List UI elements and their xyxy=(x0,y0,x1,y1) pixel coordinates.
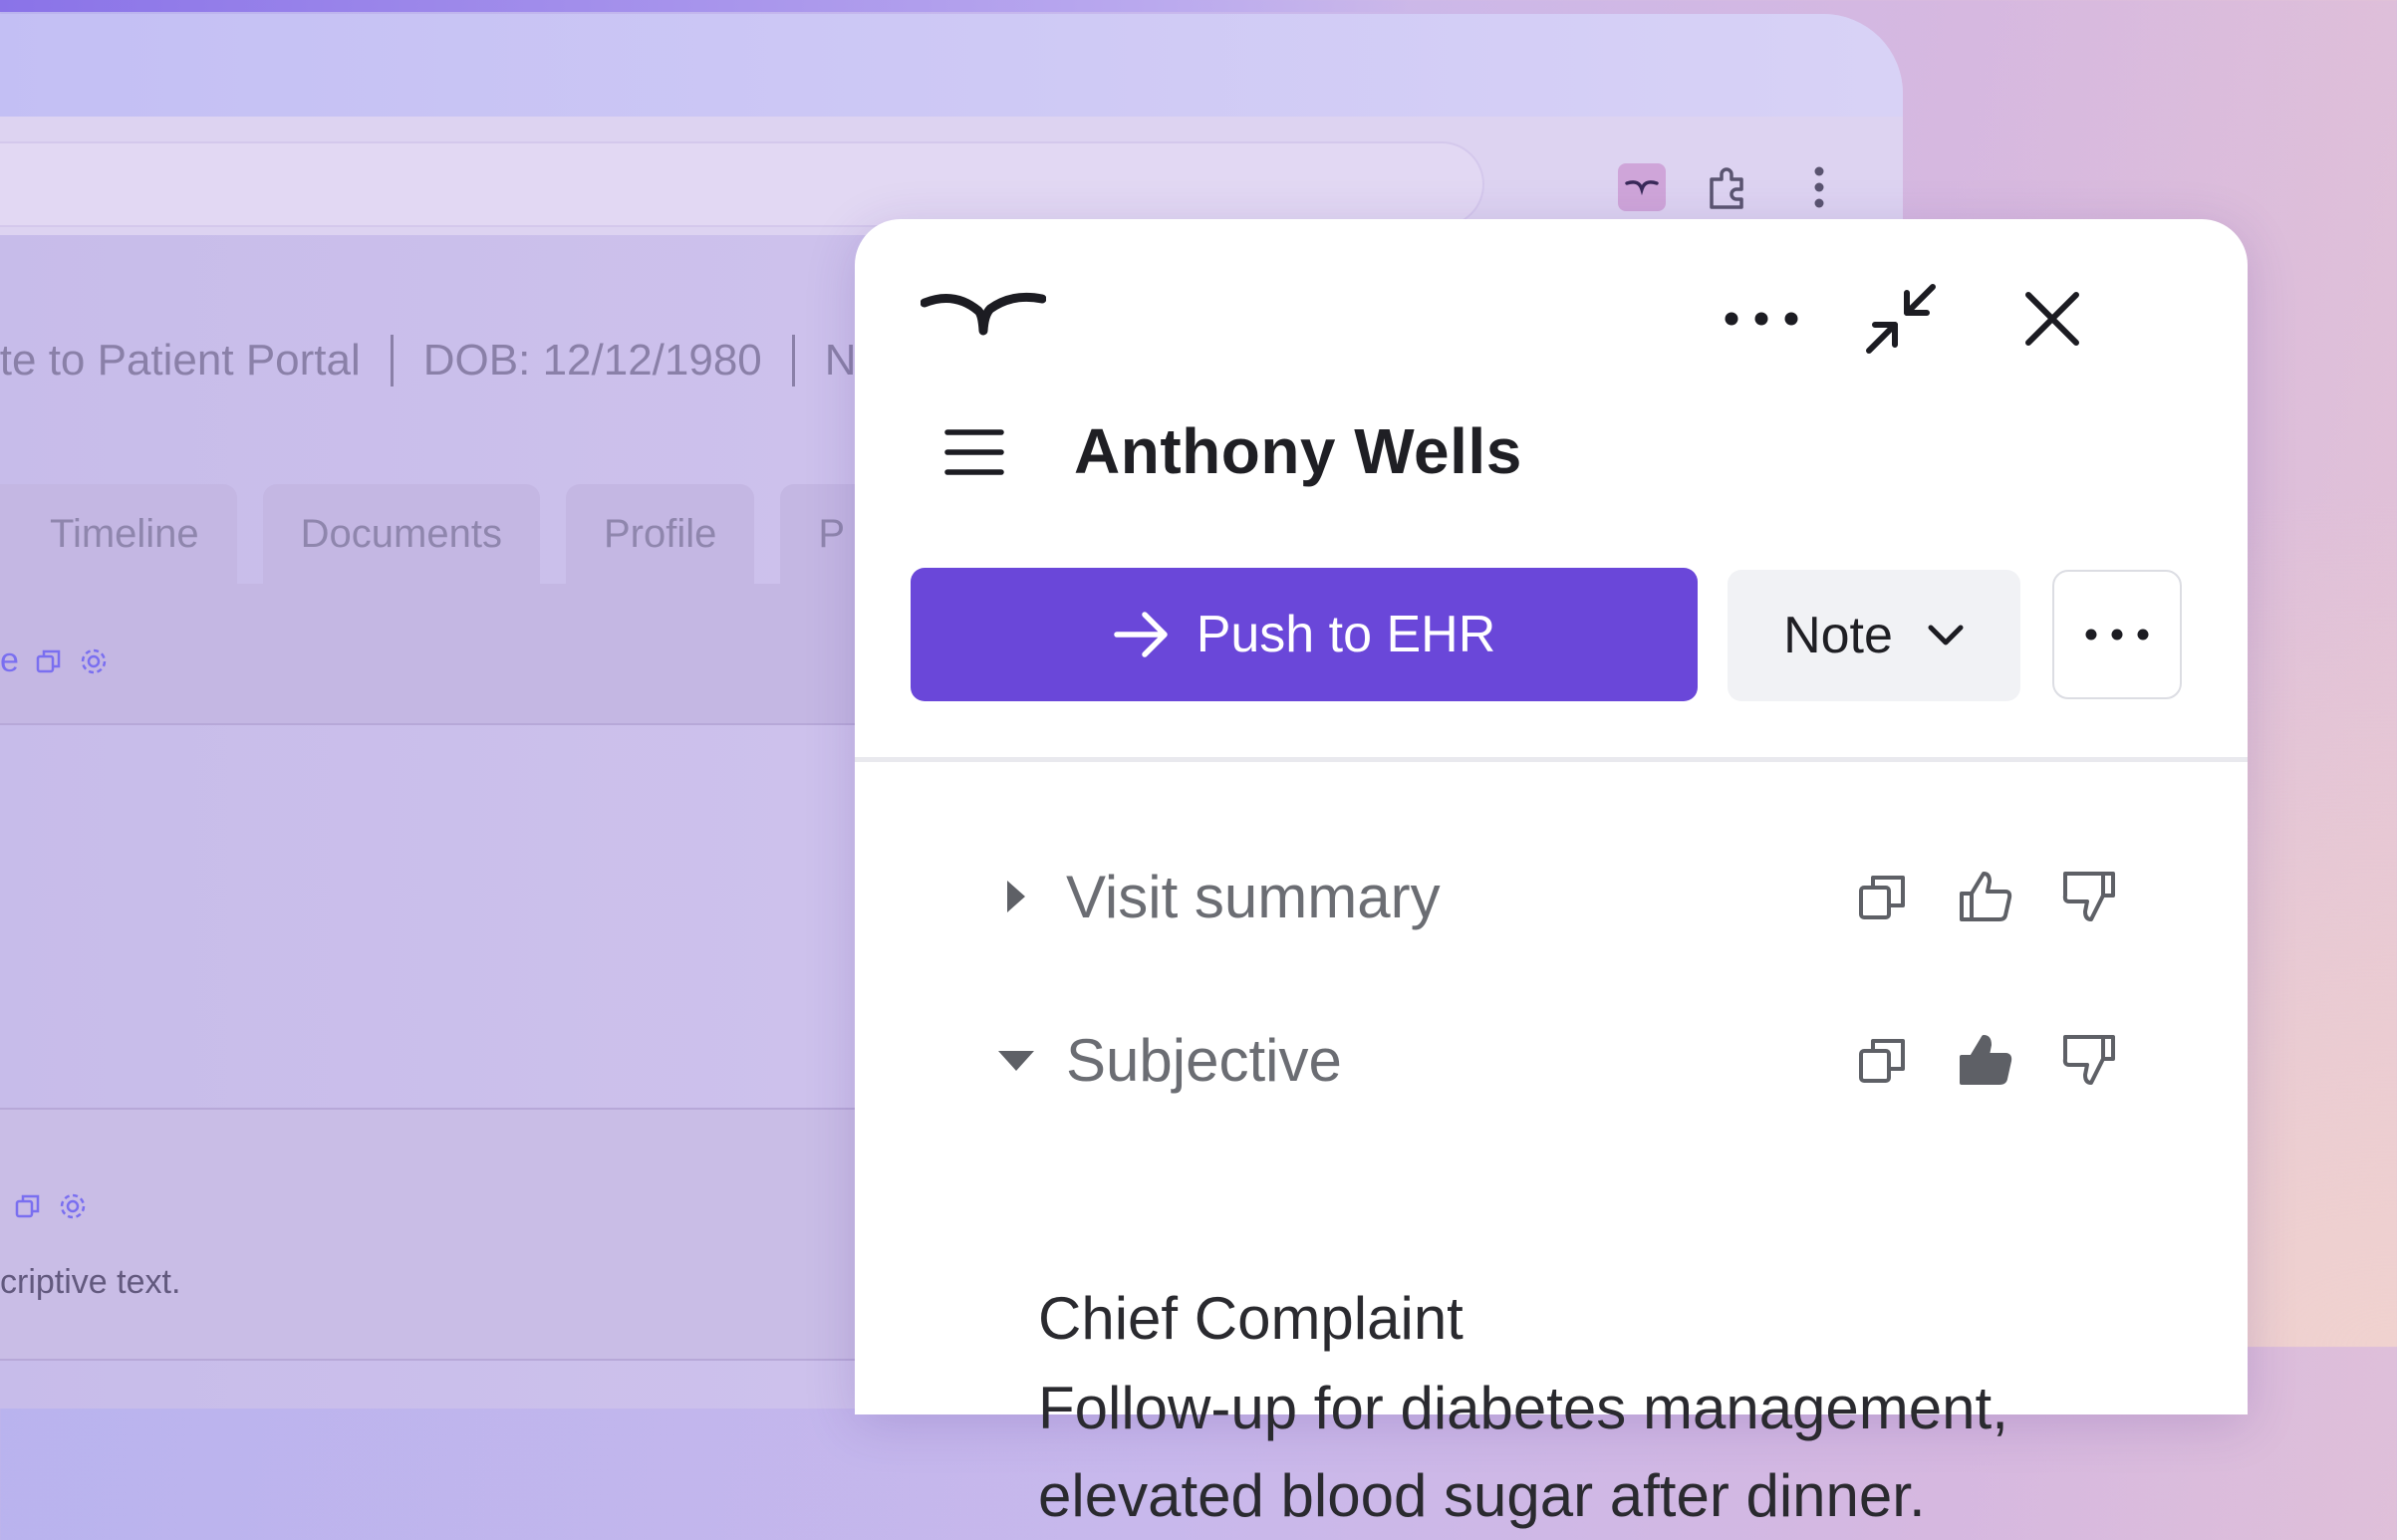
section-actions xyxy=(1853,868,2118,925)
top-accent-bar xyxy=(0,0,1415,12)
copy-icon[interactable] xyxy=(1853,868,1911,925)
tab-content-band xyxy=(0,584,986,725)
copy-icon[interactable] xyxy=(35,647,63,675)
info-trail-text: N xyxy=(824,336,857,385)
section-subjective[interactable]: Subjective xyxy=(994,1020,2118,1100)
note-select-value: Note xyxy=(1783,607,1893,664)
info-separator xyxy=(791,335,795,386)
settings-icon[interactable] xyxy=(79,646,109,676)
edit-link[interactable]: e xyxy=(0,642,19,680)
more-options-icon[interactable] xyxy=(1722,279,1801,359)
thumbs-up-icon[interactable] xyxy=(1957,868,2014,925)
collapse-icon[interactable] xyxy=(1861,279,1941,359)
ehr-section-toolbar xyxy=(14,1191,88,1221)
arrow-right-icon xyxy=(1113,612,1168,657)
hamburger-menu-icon[interactable] xyxy=(944,428,1004,481)
portal-invite-text[interactable]: ite to Patient Portal xyxy=(0,336,361,385)
assistant-panel: Anthony Wells Push to EHR Note Visit sum… xyxy=(855,219,2248,1529)
note-more-button[interactable] xyxy=(2052,570,2182,699)
push-button-label: Push to EHR xyxy=(1196,606,1496,663)
dob-text: DOB: 12/12/1980 xyxy=(422,336,762,385)
chevron-down-icon xyxy=(1928,625,1964,645)
extensions-puzzle-icon[interactable] xyxy=(1704,163,1751,211)
section-visit-summary[interactable]: Visit summary xyxy=(994,857,2118,936)
thumbs-up-filled-icon[interactable] xyxy=(1957,1031,2014,1089)
section-description: criptive text. xyxy=(0,1263,181,1301)
note-type-select[interactable]: Note xyxy=(1728,570,2020,701)
tab-timeline[interactable]: Timeline xyxy=(0,484,237,584)
ehr-section xyxy=(0,1108,986,1361)
settings-icon[interactable] xyxy=(58,1191,88,1221)
caret-down-icon[interactable] xyxy=(994,1038,1038,1082)
copy-icon[interactable] xyxy=(14,1192,42,1220)
section-actions xyxy=(1853,1031,2118,1089)
section-title: Subjective xyxy=(1066,1026,1342,1094)
panel-divider xyxy=(855,757,2248,762)
push-to-ehr-button[interactable]: Push to EHR xyxy=(911,568,1698,701)
chief-complaint-text: Follow-up for diabetes management, eleva… xyxy=(1038,1375,2008,1529)
thumbs-down-icon[interactable] xyxy=(2060,868,2118,925)
caret-right-icon[interactable] xyxy=(994,875,1038,918)
ehr-tabs: Timeline Documents Profile P xyxy=(0,484,884,584)
info-separator xyxy=(390,335,394,386)
close-icon[interactable] xyxy=(2012,279,2092,359)
tab-documents[interactable]: Documents xyxy=(262,484,540,584)
section-title: Visit summary xyxy=(1066,863,1441,930)
thumbs-down-icon[interactable] xyxy=(2060,1031,2118,1089)
browser-menu-icon[interactable] xyxy=(1795,163,1843,211)
brand-logo-icon xyxy=(920,289,1047,346)
patient-info-line: ite to Patient Portal DOB: 12/12/1980 N xyxy=(0,335,857,386)
more-options-icon xyxy=(2085,629,2149,641)
copy-icon[interactable] xyxy=(1853,1031,1911,1089)
address-bar[interactable] xyxy=(0,141,1484,227)
extension-logo-icon[interactable] xyxy=(1618,163,1666,211)
patient-name: Anthony Wells xyxy=(1074,415,1522,487)
chief-complaint-heading: Chief Complaint xyxy=(1038,1285,1464,1352)
ehr-toolbar: e xyxy=(0,642,109,680)
tab-profile[interactable]: Profile xyxy=(565,484,755,584)
